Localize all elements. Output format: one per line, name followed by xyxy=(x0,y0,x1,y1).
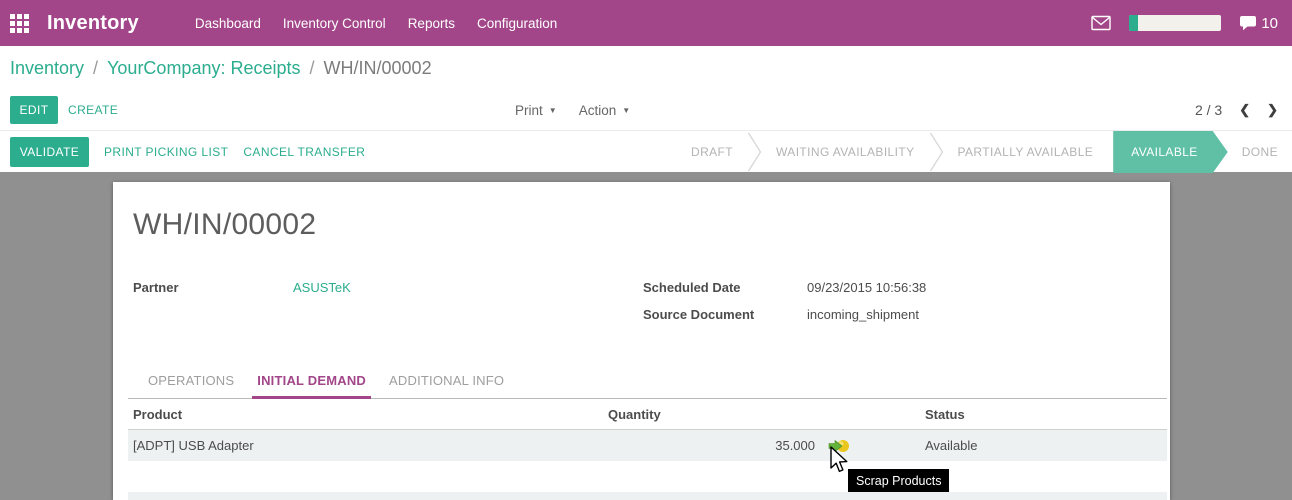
discuss-messages[interactable]: 10 xyxy=(1239,15,1278,32)
pager-value: 2 / 3 xyxy=(1194,102,1223,118)
tab-operations[interactable]: OPERATIONS xyxy=(143,373,239,398)
cell-icon xyxy=(815,439,925,453)
field-value-source-document: incoming_shipment xyxy=(807,307,920,322)
create-button[interactable]: CREATE xyxy=(68,96,118,124)
field-group-right: Scheduled Date 09/23/2015 10:56:38 Sourc… xyxy=(643,280,926,322)
discuss-count: 10 xyxy=(1261,14,1278,32)
form-fields: Partner ASUSTeK Scheduled Date 09/23/201… xyxy=(133,280,1150,322)
breadcrumb-separator: / xyxy=(93,57,99,78)
stage-partially-available[interactable]: PARTIALLY AVAILABLE xyxy=(944,145,1108,159)
stage-separator-icon xyxy=(929,132,943,172)
column-header-product[interactable]: Product xyxy=(128,407,608,422)
menu-item-dashboard[interactable]: Dashboard xyxy=(195,16,261,31)
field-source-document: Source Document incoming_shipment xyxy=(643,307,926,322)
table-header: Product Quantity Status xyxy=(128,399,1167,430)
next-section-band xyxy=(128,492,1167,500)
print-dropdown[interactable]: Print ▼ xyxy=(515,103,557,118)
topbar: Inventory Dashboard Inventory Control Re… xyxy=(0,0,1292,46)
breadcrumb-separator: / xyxy=(309,57,315,78)
breadcrumb-item-current: WH/IN/00002 xyxy=(323,57,432,78)
cancel-transfer-button[interactable]: CANCEL TRANSFER xyxy=(243,145,365,159)
edit-button[interactable]: EDIT xyxy=(10,96,58,124)
scrap-products-icon[interactable] xyxy=(828,439,850,453)
chevron-down-icon: ▼ xyxy=(622,105,631,115)
app-title: Inventory xyxy=(47,11,139,34)
breadcrumb-item-inventory[interactable]: Inventory xyxy=(10,58,84,79)
menu-item-configuration[interactable]: Configuration xyxy=(477,16,557,31)
tab-additional-info[interactable]: ADDITIONAL INFO xyxy=(384,373,509,398)
form-sheet: WH/IN/00002 Partner ASUSTeK Scheduled Da… xyxy=(113,182,1170,500)
stage-waiting-availability[interactable]: WAITING AVAILABILITY xyxy=(762,145,928,159)
column-header-status[interactable]: Status xyxy=(925,407,1167,422)
pager-prev-icon[interactable]: ❮ xyxy=(1239,102,1250,118)
stage-available-active[interactable]: AVAILABLE xyxy=(1113,131,1228,173)
record-title: WH/IN/00002 xyxy=(133,208,317,241)
field-label-scheduled-date: Scheduled Date xyxy=(643,280,741,295)
apps-grid-icon[interactable] xyxy=(10,13,29,33)
table-row[interactable]: [ADPT] USB Adapter 35.000 Available xyxy=(128,430,1167,461)
status-row: VALIDATE PRINT PICKING LIST CANCEL TRANS… xyxy=(0,130,1292,172)
cell-product[interactable]: [ADPT] USB Adapter xyxy=(128,438,608,453)
breadcrumb: Inventory / YourCompany: Receipts / WH/I… xyxy=(0,46,1292,90)
breadcrumb-item-receipts[interactable]: YourCompany: Receipts xyxy=(107,58,300,79)
chevron-down-icon: ▼ xyxy=(548,105,557,115)
field-label-source-document: Source Document xyxy=(643,307,755,322)
control-row: EDIT CREATE Print ▼ Action ▼ 2 / 3 ❮ ❯ xyxy=(0,90,1292,130)
menu-item-inventory-control[interactable]: Inventory Control xyxy=(283,16,386,31)
top-menu: Dashboard Inventory Control Reports Conf… xyxy=(195,16,557,31)
field-value-partner[interactable]: ASUSTeK xyxy=(293,280,351,295)
cell-quantity[interactable]: 35.000 xyxy=(608,438,815,453)
menu-item-reports[interactable]: Reports xyxy=(408,16,455,31)
action-dropdown[interactable]: Action ▼ xyxy=(579,103,630,118)
field-partner: Partner ASUSTeK xyxy=(133,280,643,295)
status-pipeline: DRAFT WAITING AVAILABILITY PARTIALLY AVA… xyxy=(677,131,1292,173)
tab-initial-demand[interactable]: INITIAL DEMAND xyxy=(252,373,372,399)
column-header-quantity[interactable]: Quantity xyxy=(608,407,815,422)
status-buttons: VALIDATE PRINT PICKING LIST CANCEL TRANS… xyxy=(10,131,365,173)
stage-draft[interactable]: DRAFT xyxy=(677,145,747,159)
validate-button[interactable]: VALIDATE xyxy=(10,137,89,167)
field-value-scheduled-date: 09/23/2015 10:56:38 xyxy=(807,280,927,295)
print-dropdown-label: Print xyxy=(515,102,543,118)
action-dropdown-label: Action xyxy=(578,102,617,118)
print-picking-list-button[interactable]: PRINT PICKING LIST xyxy=(104,145,228,159)
stage-separator-icon xyxy=(747,132,762,172)
field-group-left: Partner ASUSTeK xyxy=(133,280,643,322)
initial-demand-table: Product Quantity Status [ADPT] USB Adapt… xyxy=(128,399,1167,461)
topbar-right: 10 xyxy=(1091,15,1292,32)
chat-bubble-icon xyxy=(1239,15,1257,31)
tab-bar: OPERATIONS INITIAL DEMAND ADDITIONAL INF… xyxy=(128,366,1167,399)
envelope-icon[interactable] xyxy=(1091,15,1112,31)
cell-status[interactable]: Available xyxy=(925,438,1167,453)
planner-progressbar-fill xyxy=(1129,15,1138,31)
pager: 2 / 3 ❮ ❯ xyxy=(1195,90,1278,130)
stage-done[interactable]: DONE xyxy=(1228,145,1292,159)
form-notebook: OPERATIONS INITIAL DEMAND ADDITIONAL INF… xyxy=(128,366,1167,461)
field-label-partner: Partner xyxy=(133,280,179,295)
tooltip: Scrap Products xyxy=(848,469,950,492)
planner-progressbar[interactable] xyxy=(1129,15,1222,31)
action-dropdowns: Print ▼ Action ▼ xyxy=(515,90,630,130)
pager-next-icon[interactable]: ❯ xyxy=(1267,102,1278,118)
field-scheduled-date: Scheduled Date 09/23/2015 10:56:38 xyxy=(643,280,926,295)
